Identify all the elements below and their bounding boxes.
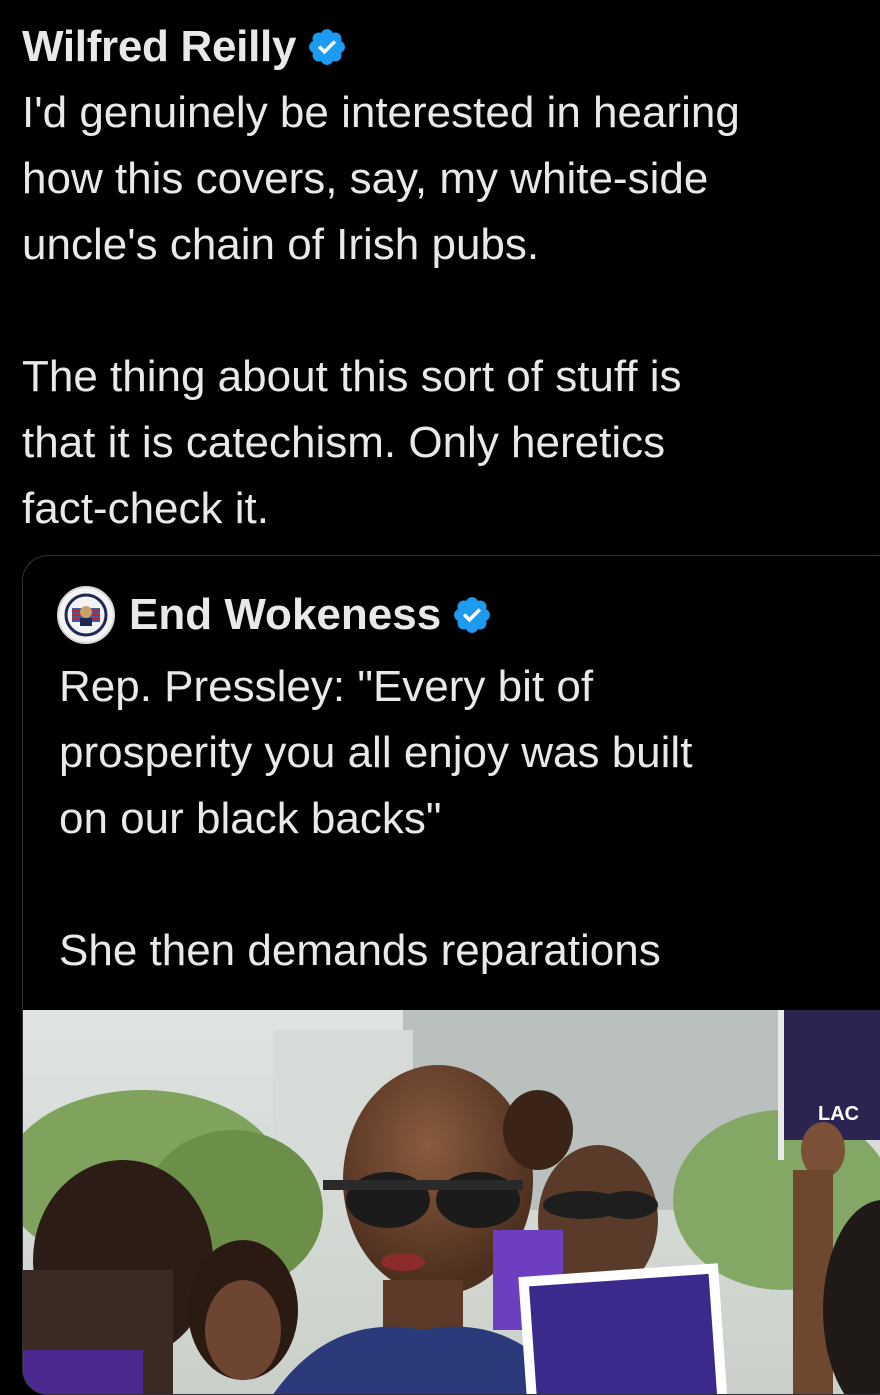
quote-author-name[interactable]: End Wokeness	[129, 590, 441, 640]
quote-text: Rep. Pressley: "Every bit of prosperity …	[59, 662, 693, 975]
verified-badge-icon[interactable]	[451, 594, 493, 636]
main-tweet[interactable]: Wilfred Reilly I'd genuinely be interest…	[22, 14, 872, 542]
tweet-text: I'd genuinely be interested in hearing h…	[22, 88, 740, 533]
svg-text:LAC: LAC	[818, 1103, 859, 1125]
svg-text:women: women	[33, 1389, 86, 1395]
author-row: Wilfred Reilly	[22, 14, 872, 80]
video-thumbnail[interactable]: women	[23, 1010, 880, 1395]
quoted-tweet-card[interactable]: End Wokeness Rep. Pressley: "Every bit o…	[22, 555, 880, 1395]
profile-avatar-icon[interactable]	[57, 586, 115, 644]
quote-author-row: End Wokeness	[57, 584, 493, 646]
verified-badge-icon[interactable]	[306, 26, 348, 68]
author-name[interactable]: Wilfred Reilly	[22, 22, 296, 72]
